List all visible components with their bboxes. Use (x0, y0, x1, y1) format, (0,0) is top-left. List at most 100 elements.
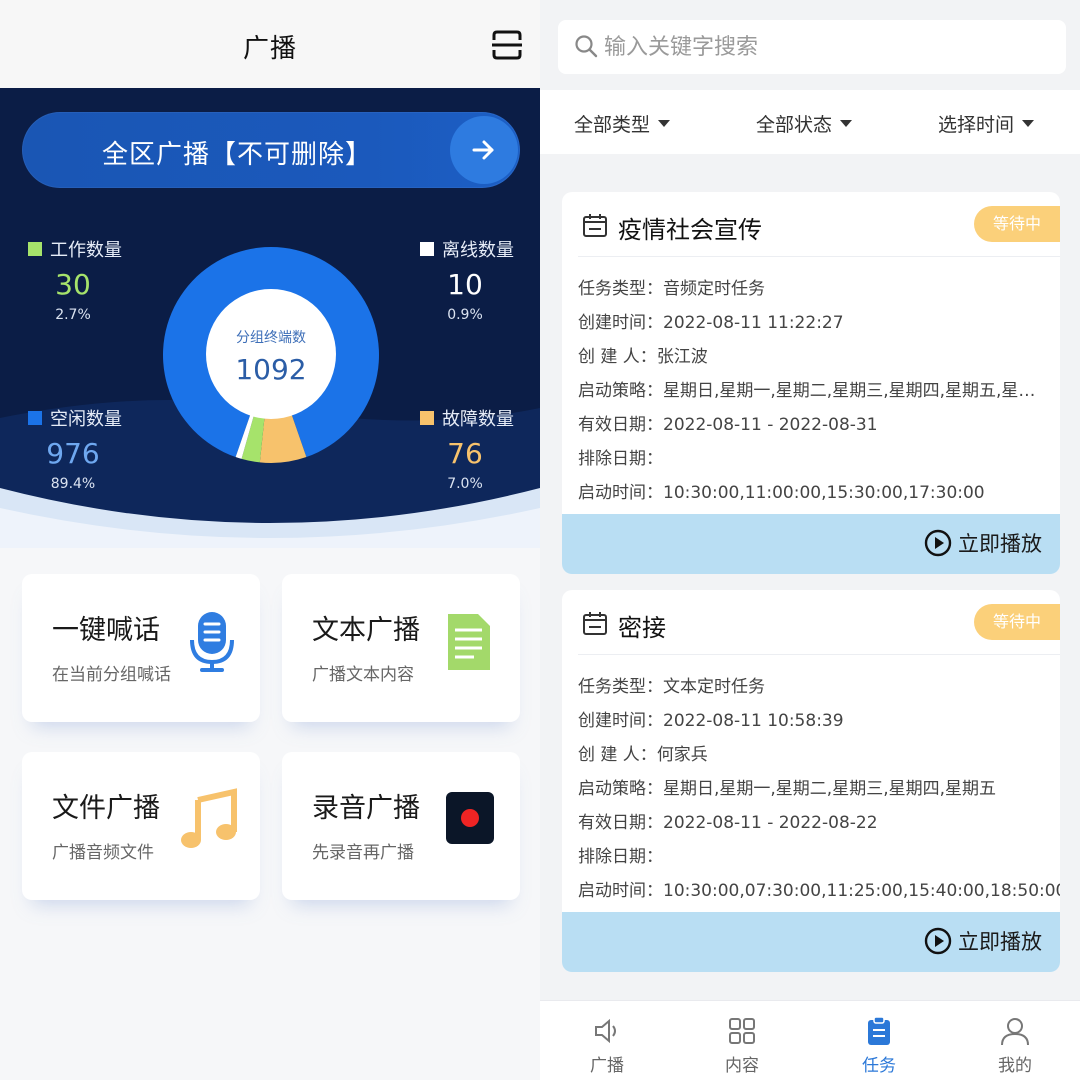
task-title: 疫情社会宣传 (618, 216, 762, 244)
scan-icon[interactable] (490, 28, 524, 62)
grid-icon (729, 1018, 755, 1044)
zone-broadcast-arrow[interactable] (450, 116, 518, 184)
legend-swatch (28, 242, 42, 256)
broadcast-header: 广播 (0, 0, 540, 88)
speaker-icon (595, 1018, 616, 1044)
user-icon (1001, 1018, 1029, 1046)
task-row-created: 创建时间：2022-08-11 10:58:39 (578, 706, 844, 731)
stat-idle-percent: 89.4% (50, 476, 96, 492)
filter-type[interactable]: 全部类型 (574, 110, 671, 137)
record-broadcast-card[interactable]: 录音广播 先录音再广播 (282, 752, 520, 900)
document-icon (448, 614, 490, 670)
row-key: 创 建 人： (578, 347, 657, 367)
card-title: 文件广播 (52, 793, 160, 824)
record-icon (446, 792, 494, 844)
filter-status[interactable]: 全部状态 (756, 110, 853, 137)
row-key: 启动策略： (578, 779, 663, 799)
task-row-creator: 创 建 人：何家兵 (578, 740, 708, 765)
nav-mine-label: 我的 (998, 1056, 1032, 1076)
nav-content-label: 内容 (725, 1056, 759, 1076)
stat-working: 工作数量 30 2.7% (28, 236, 122, 323)
filter-time[interactable]: 选择时间 (938, 110, 1035, 137)
search-box[interactable] (558, 20, 1066, 74)
nav-task-label: 任务 (862, 1056, 896, 1076)
nav-mine[interactable]: 我的 (965, 1015, 1065, 1076)
search-bar-area (540, 0, 1080, 90)
caret-down-icon (840, 120, 853, 127)
row-key: 创建时间： (578, 711, 663, 731)
filter-time-label: 选择时间 (938, 114, 1015, 136)
card-title: 一键喊话 (52, 615, 160, 646)
stat-fault: 故障数量 76 7.0% (420, 405, 514, 492)
stat-working-value: 30 (55, 268, 91, 301)
hero-panel: 全区广播【不可删除】 工作数量 30 2.7% 离线数量 10 0.9% 空闲数… (0, 88, 540, 548)
task-row-strategy: 启动策略：星期日,星期一,星期二,星期三,星期四,星期五,星… (578, 376, 1035, 401)
row-key: 启动策略： (578, 381, 663, 401)
stat-fault-value: 76 (447, 437, 483, 470)
divider (578, 256, 1060, 257)
row-value: 星期日,星期一,星期二,星期三,星期四,星期五,星… (663, 381, 1036, 401)
zone-broadcast-button[interactable]: 全区广播【不可删除】 (22, 112, 520, 188)
task-row-valid-date: 有效日期：2022-08-11 - 2022-08-22 (578, 808, 878, 833)
card-title: 录音广播 (312, 793, 420, 824)
donut-label: 分组终端数 (236, 330, 306, 346)
task-row-type: 任务类型：音频定时任务 (578, 274, 765, 299)
card-title: 文本广播 (312, 615, 420, 646)
filter-type-label: 全部类型 (574, 114, 651, 136)
task-title: 密接 (618, 614, 666, 642)
quick-talk-card[interactable]: 一键喊话 在当前分组喊话 (22, 574, 260, 722)
task-card[interactable]: 疫情社会宣传 等待中 任务类型：音频定时任务 创建时间：2022-08-11 1… (562, 192, 1060, 574)
nav-broadcast[interactable]: 广播 (557, 1015, 657, 1076)
task-card[interactable]: 密接 等待中 任务类型：文本定时任务 创建时间：2022-08-11 10:58… (562, 590, 1060, 972)
stat-fault-label: 故障数量 (442, 409, 514, 430)
task-row-strategy: 启动策略：星期日,星期一,星期二,星期三,星期四,星期五 (578, 774, 996, 799)
arrow-right-icon (472, 140, 494, 160)
task-row-excluded-date: 排除日期： (578, 444, 663, 469)
card-subtitle: 先录音再广播 (312, 843, 414, 863)
bottom-nav: 广播 内容 任务 我的 (540, 1000, 1080, 1080)
search-icon (575, 35, 598, 58)
calendar-icon (583, 214, 607, 237)
donut-total: 1092 (235, 353, 307, 386)
caret-down-icon (658, 120, 671, 127)
play-circle-icon (924, 927, 952, 955)
clipboard-icon (868, 1016, 890, 1045)
stat-offline-percent: 0.9% (447, 307, 483, 323)
nav-task[interactable]: 任务 (829, 1015, 929, 1076)
task-row-excluded-date: 排除日期： (578, 842, 663, 867)
legend-swatch (28, 411, 42, 425)
row-key: 排除日期： (578, 449, 663, 469)
row-key: 任务类型： (578, 677, 663, 697)
broadcast-screen: 广播 全区广播【不可删除】 工作数量 30 2.7% 离线数量 10 0.9% … (0, 0, 540, 1080)
file-broadcast-card[interactable]: 文件广播 广播音频文件 (22, 752, 260, 900)
nav-content[interactable]: 内容 (692, 1015, 792, 1076)
play-bar: 立即播放 (562, 912, 1060, 972)
play-now-button[interactable]: 立即播放 (924, 926, 1042, 956)
play-now-label: 立即播放 (958, 532, 1042, 556)
play-now-button[interactable]: 立即播放 (924, 528, 1042, 558)
search-input[interactable] (604, 28, 1044, 66)
row-value: 10:30:00,07:30:00,11:25:00,15:40:00,18:5… (663, 881, 1060, 901)
row-value: 10:30:00,11:00:00,15:30:00,17:30:00 (663, 483, 985, 503)
filter-status-label: 全部状态 (756, 114, 833, 136)
task-row-created: 创建时间：2022-08-11 11:22:27 (578, 308, 844, 333)
play-circle-icon (924, 529, 952, 557)
stat-offline-label: 离线数量 (442, 240, 514, 261)
row-value: 音频定时任务 (663, 279, 765, 299)
calendar-icon (583, 612, 607, 635)
row-value: 星期日,星期一,星期二,星期三,星期四,星期五 (663, 779, 997, 799)
task-row-start-time: 启动时间：10:30:00,11:00:00,15:30:00,17:30:00 (578, 478, 985, 503)
row-value: 何家兵 (656, 745, 708, 765)
play-now-label: 立即播放 (958, 930, 1042, 954)
card-subtitle: 广播音频文件 (52, 843, 154, 863)
status-badge: 等待中 (974, 206, 1060, 242)
row-key: 启动时间： (578, 483, 663, 503)
text-broadcast-card[interactable]: 文本广播 广播文本内容 (282, 574, 520, 722)
caret-down-icon (1022, 120, 1035, 127)
task-row-creator: 创 建 人：张江波 (578, 342, 708, 367)
nav-broadcast-label: 广播 (590, 1056, 624, 1076)
donut-center: 分组终端数 1092 (206, 289, 336, 419)
row-value: 张江波 (656, 347, 708, 367)
filter-bar: 全部类型 全部状态 选择时间 (540, 90, 1080, 154)
zone-broadcast-label: 全区广播【不可删除】 (101, 140, 372, 170)
